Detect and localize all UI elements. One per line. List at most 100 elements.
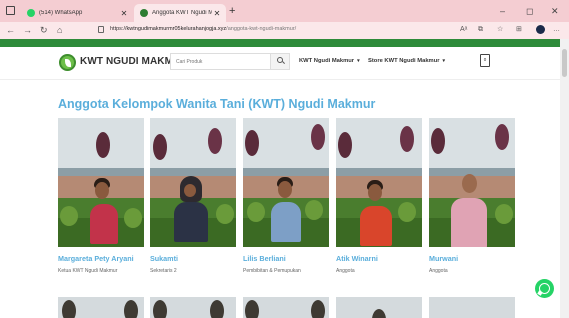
tab-title: (514) WhatsApp	[39, 10, 83, 16]
search-button[interactable]	[270, 54, 289, 69]
tab-title: Anggota KWT Ngudi Makmur – …	[152, 10, 212, 16]
person-head	[368, 184, 382, 201]
profile-icon[interactable]	[536, 25, 545, 34]
tab-close-icon[interactable]: ✕	[212, 9, 222, 18]
person-head	[184, 184, 196, 197]
site-top-bar	[0, 39, 560, 47]
more-icon[interactable]: …	[553, 25, 560, 35]
cart-icon[interactable]: 0	[480, 54, 490, 67]
scrollbar[interactable]	[560, 39, 569, 318]
photo-bush	[216, 204, 234, 224]
browser-toolbar: ← → ↻ ⌂ https://kwtngudimakmurmr05kelura…	[0, 22, 569, 39]
maximize-button[interactable]: ◻	[526, 5, 533, 17]
photo-bush	[247, 202, 265, 222]
menu-kwt-ngudi-makmur[interactable]: KWT Ngudi Makmur ▾	[299, 58, 360, 64]
photo-sky	[429, 297, 515, 318]
person-body	[451, 198, 487, 247]
member-card[interactable]: Lilis Berliani Pembibitan & Pemupukan	[243, 118, 329, 274]
lock-icon	[98, 26, 104, 33]
member-role: Pembibitan & Pemupukan	[243, 268, 301, 274]
member-card[interactable]	[336, 297, 422, 318]
url-path: /anggota-kwt-ngudi-makmur/	[226, 26, 297, 32]
minimize-button[interactable]: –	[500, 5, 505, 17]
extensions-icon[interactable]: ⧉	[478, 25, 483, 35]
whatsapp-favicon-icon	[27, 9, 35, 17]
product-search	[170, 53, 290, 70]
member-card[interactable]	[150, 297, 236, 318]
tab-anggota[interactable]: Anggota KWT Ngudi Makmur – … ✕	[134, 4, 226, 22]
collections-icon[interactable]: ⊞	[516, 25, 522, 35]
hanging-plant	[245, 300, 259, 318]
cart-count: 0	[483, 57, 487, 62]
photo-bush	[60, 206, 78, 226]
member-card[interactable]	[58, 297, 144, 318]
site-logo-icon[interactable]	[59, 54, 76, 71]
person-head	[95, 182, 109, 199]
member-photo[interactable]	[150, 118, 236, 247]
member-name[interactable]: Atik Winarni	[336, 254, 422, 263]
refresh-icon[interactable]: ↻	[40, 25, 48, 36]
address-bar[interactable]: https://kwtngudimakmurmr05kelurahanjogja…	[92, 24, 502, 37]
member-photo[interactable]	[429, 118, 515, 247]
member-card[interactable]: Margareta Pety Aryani Ketua KWT Ngudi Ma…	[58, 118, 144, 274]
member-role: Ketua KWT Ngudi Makmur	[58, 268, 118, 274]
chevron-down-icon: ▾	[357, 58, 360, 64]
member-role: Anggota	[336, 268, 355, 274]
person-body	[360, 206, 392, 246]
whatsapp-chat-button[interactable]	[535, 279, 554, 298]
member-card[interactable]: Atik Winarni Anggota	[336, 118, 422, 274]
leaf-icon	[65, 59, 71, 67]
person-body	[90, 204, 118, 244]
member-name[interactable]: Sukamti	[150, 254, 236, 263]
url-host: kwtngudimakmurmr05kelurahanjogja.xyz	[126, 26, 227, 32]
hanging-plant	[124, 300, 138, 318]
forward-icon[interactable]: →	[23, 25, 32, 36]
hanging-plant	[62, 300, 76, 318]
hanging-plant	[431, 128, 445, 154]
hanging-plant	[153, 134, 167, 160]
hanging-plant	[400, 126, 414, 152]
member-name[interactable]: Margareta Pety Aryani	[58, 254, 144, 263]
hanging-plant	[495, 124, 509, 150]
member-photo[interactable]	[243, 118, 329, 247]
member-role: Sekretaris 2	[150, 268, 177, 274]
search-icon-handle	[282, 61, 285, 65]
member-card[interactable]: Murwani Anggota	[429, 118, 515, 274]
window-menu-icon[interactable]	[6, 6, 15, 15]
site-header: KWT NGUDI MAKMUR KWT Ngudi Makmur▾ Store…	[0, 47, 560, 80]
tab-close-icon[interactable]: ✕	[119, 9, 129, 18]
person-head	[278, 181, 292, 198]
member-name[interactable]: Murwani	[429, 254, 515, 263]
photo-bush	[398, 202, 416, 222]
tab-strip: (514) WhatsApp ✕ Anggota KWT Ngudi Makmu…	[0, 0, 569, 22]
favorites-icon[interactable]: ☆	[497, 25, 503, 35]
close-window-button[interactable]: ✕	[551, 5, 559, 17]
menu-label: Store KWT Ngudi Makmur	[368, 58, 440, 64]
photo-bush	[124, 208, 142, 228]
hanging-plant	[208, 128, 222, 154]
person-head	[462, 174, 477, 193]
member-card[interactable]	[243, 297, 329, 318]
tab-whatsapp[interactable]: (514) WhatsApp ✕	[21, 4, 133, 22]
browser-window: (514) WhatsApp ✕ Anggota KWT Ngudi Makmu…	[0, 0, 569, 318]
member-photo[interactable]	[58, 118, 144, 247]
chevron-down-icon: ▾	[442, 58, 446, 64]
person-body	[271, 202, 301, 242]
back-icon[interactable]: ←	[6, 25, 15, 36]
hanging-plant	[96, 132, 110, 158]
hanging-plant	[311, 300, 325, 318]
menu-label: KWT Ngudi Makmur	[299, 58, 355, 64]
scrollbar-thumb[interactable]	[562, 49, 567, 77]
member-card[interactable]	[429, 297, 515, 318]
hanging-plant	[245, 130, 259, 156]
new-tab-button[interactable]: +	[229, 5, 235, 17]
home-icon[interactable]: ⌂	[57, 25, 62, 36]
member-card[interactable]: Sukamti Sekretaris 2	[150, 118, 236, 274]
person-body	[174, 202, 208, 242]
member-photo[interactable]	[336, 118, 422, 247]
whatsapp-icon-tail	[537, 290, 543, 296]
member-name[interactable]: Lilis Berliani	[243, 254, 329, 263]
read-aloud-icon[interactable]: Aᵃ	[460, 25, 467, 35]
search-input[interactable]	[171, 54, 270, 69]
menu-store[interactable]: Store KWT Ngudi Makmur ▾	[368, 58, 445, 64]
